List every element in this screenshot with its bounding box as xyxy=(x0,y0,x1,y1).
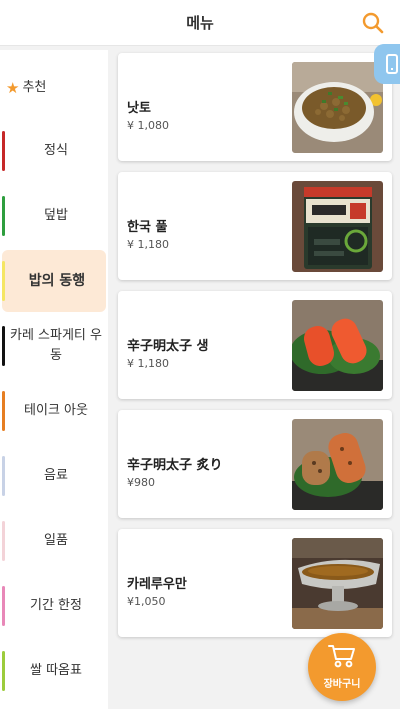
sidebar-item-label: 음료 xyxy=(44,468,68,483)
menu-item-name: 낫토 xyxy=(127,101,151,116)
sidebar-item-label: 정식 xyxy=(44,143,68,158)
menu-list: 낫토 ¥ 1,080 한국 풀 ¥ 1,180 辛子明太子 생 ¥ 1,180 … xyxy=(108,46,400,709)
sidebar-item-takeout[interactable]: 테이크 아웃 xyxy=(0,380,106,442)
curry-roux-photo xyxy=(292,538,383,629)
category-color-bar xyxy=(2,131,5,171)
page-title: 메뉴 xyxy=(186,14,214,32)
cart-button[interactable]: 장바구니 xyxy=(308,633,376,701)
sidebar-item-label: 카레 스파게티 우동 xyxy=(10,328,102,363)
phone-icon xyxy=(386,54,398,74)
sidebar-item-label: 기간 한정 xyxy=(30,598,82,613)
menu-item-price: ¥ 1,080 xyxy=(127,119,169,132)
sidebar-item-label: 일품 xyxy=(44,533,68,548)
category-color-bar xyxy=(2,261,5,301)
menu-item-price: ¥ 1,180 xyxy=(127,238,169,251)
menu-item-name: 한국 풀 xyxy=(127,220,168,235)
cart-icon xyxy=(328,645,355,668)
category-sidebar: ★ 추천 정식 덮밥 밥의 동행 카레 스파게티 우동 테이크 아웃 음료 일품 … xyxy=(0,50,108,709)
menu-item-card[interactable]: 辛子明太子 생 ¥ 1,180 xyxy=(118,291,392,399)
category-color-bar xyxy=(2,521,5,561)
menu-item-card[interactable]: 한국 풀 ¥ 1,180 xyxy=(118,172,392,280)
sidebar-item-drinks[interactable]: 음료 xyxy=(0,445,106,507)
app-header: 메뉴 xyxy=(0,0,400,46)
cart-label: 장바구니 xyxy=(323,679,361,690)
sidebar-item-label: 밥의 동행 xyxy=(28,273,86,289)
sidebar-item-set-meal[interactable]: 정식 xyxy=(0,120,106,182)
sidebar-item-label: 테이크 아웃 xyxy=(24,403,88,418)
sidebar-item-recommended[interactable]: ★ 추천 xyxy=(0,57,106,119)
menu-item-card[interactable]: 낫토 ¥ 1,080 xyxy=(118,53,392,161)
category-color-bar xyxy=(2,391,5,431)
star-icon: ★ xyxy=(6,79,20,97)
menu-item-price: ¥ 1,180 xyxy=(127,357,169,370)
sidebar-item-curry-spaghetti-udon[interactable]: 카레 스파게티 우동 xyxy=(0,315,106,377)
natto-photo xyxy=(292,62,383,153)
sidebar-item-rice-quotes[interactable]: 쌀 따옴표 xyxy=(0,640,106,702)
sidebar-item-rice-companion[interactable]: 밥의 동행 xyxy=(2,250,106,312)
menu-item-name: 카레루우만 xyxy=(127,577,187,592)
category-color-bar xyxy=(2,326,5,366)
mentaiko-raw-photo xyxy=(292,300,383,391)
menu-item-name: 辛子明太子 炙り xyxy=(127,458,223,473)
sidebar-item-label: 덮밥 xyxy=(44,208,68,223)
menu-item-name: 辛子明太子 생 xyxy=(127,339,209,354)
category-color-bar xyxy=(2,651,5,691)
sidebar-item-label: 추천 xyxy=(22,80,47,95)
sidebar-item-label: 쌀 따옴표 xyxy=(30,663,82,678)
menu-item-price: ¥1,050 xyxy=(127,595,166,608)
sidebar-item-limited-time[interactable]: 기간 한정 xyxy=(0,575,106,637)
menu-item-price: ¥980 xyxy=(127,476,155,489)
search-icon[interactable] xyxy=(360,10,386,36)
menu-item-card[interactable]: 카레루우만 ¥1,050 xyxy=(118,529,392,637)
sidebar-item-a-la-carte[interactable]: 일품 xyxy=(0,510,106,572)
category-color-bar xyxy=(2,196,5,236)
menu-item-card[interactable]: 辛子明太子 炙り ¥980 xyxy=(118,410,392,518)
mentaiko-grilled-photo xyxy=(292,419,383,510)
seaweed-pack-photo xyxy=(292,181,383,272)
phone-button[interactable] xyxy=(374,44,400,84)
category-color-bar xyxy=(2,586,5,626)
category-color-bar xyxy=(2,456,5,496)
sidebar-item-rice-bowl[interactable]: 덮밥 xyxy=(0,185,106,247)
